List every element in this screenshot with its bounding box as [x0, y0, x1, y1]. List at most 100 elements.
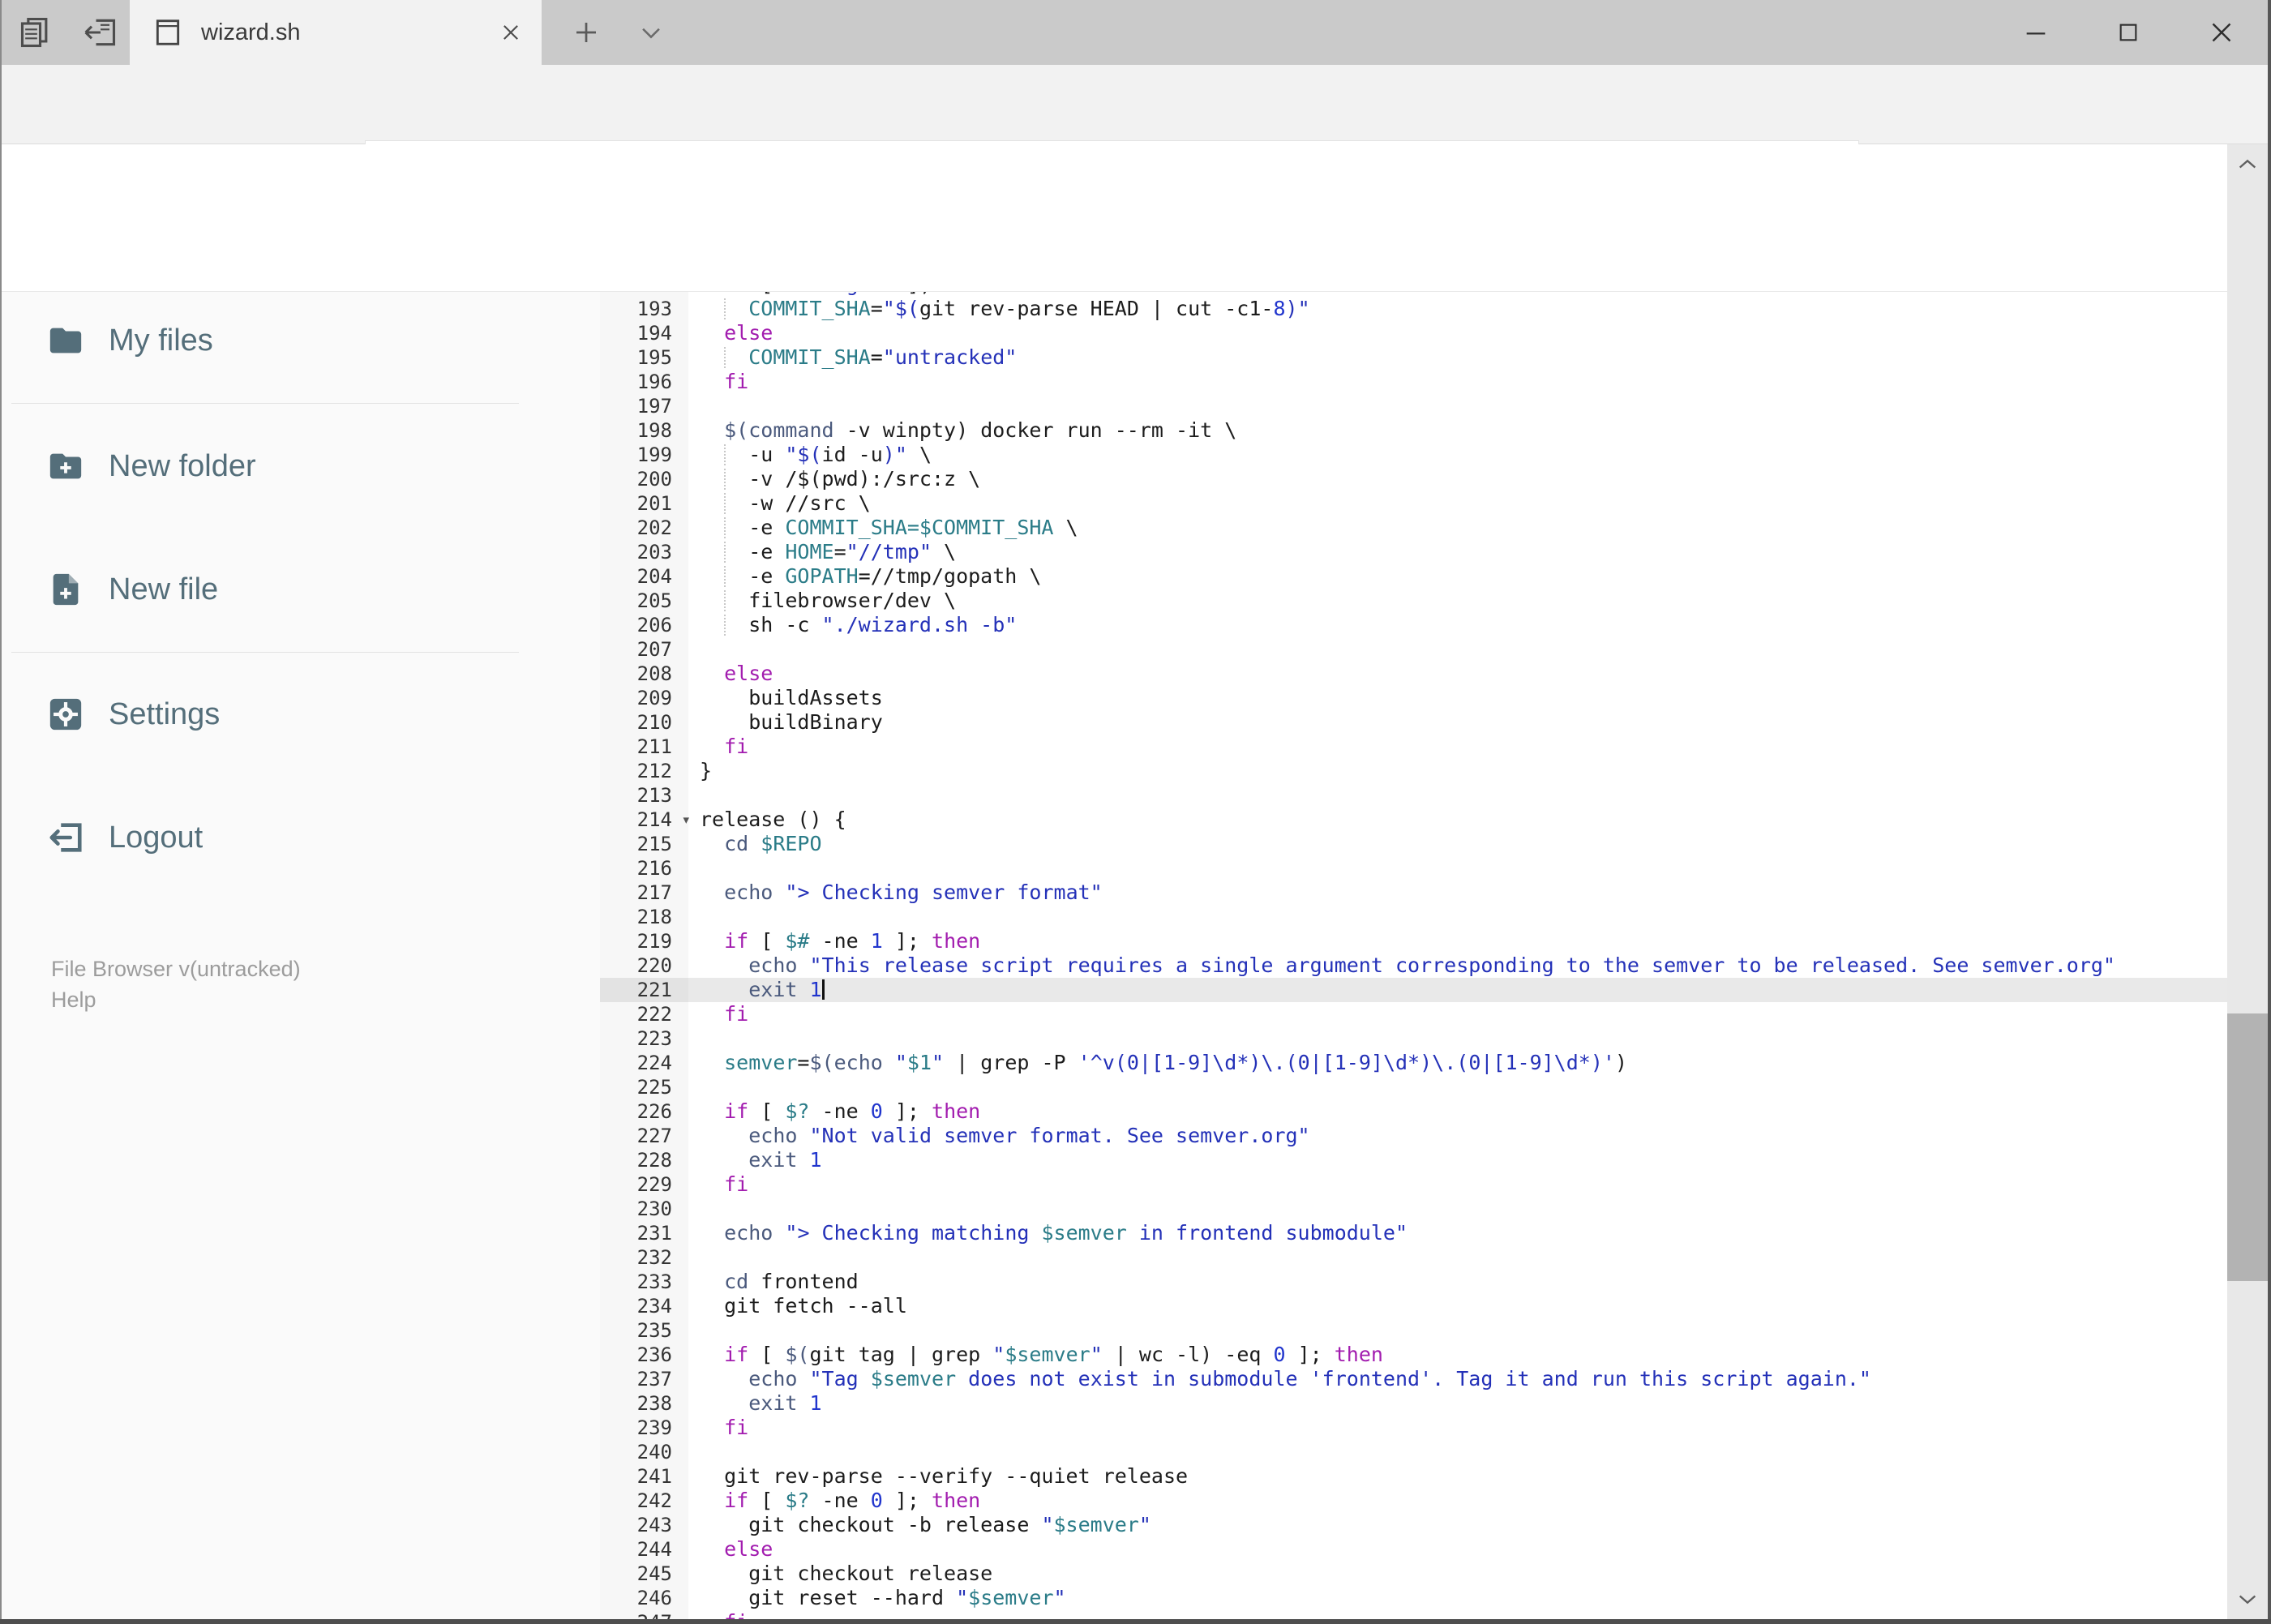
- code-line[interactable]: 218: [600, 905, 2227, 929]
- code-line[interactable]: 237 echo "Tag $semver does not exist in …: [600, 1367, 2227, 1391]
- code-line[interactable]: 217 echo "> Checking semver format": [600, 881, 2227, 905]
- code-line[interactable]: 231 echo "> Checking matching $semver in…: [600, 1221, 2227, 1245]
- code-text[interactable]: buildBinary: [688, 710, 2227, 735]
- code-text[interactable]: [688, 1197, 2227, 1221]
- code-text[interactable]: -e COMMIT_SHA=$COMMIT_SHA \: [688, 516, 2227, 540]
- code-line[interactable]: 240: [600, 1440, 2227, 1464]
- code-text[interactable]: }: [688, 759, 2227, 783]
- code-line[interactable]: 205 filebrowser/dev \: [600, 589, 2227, 613]
- vertical-scrollbar[interactable]: [2227, 144, 2268, 1619]
- sidebar-item-new-folder[interactable]: New folder: [0, 441, 568, 491]
- code-line[interactable]: 194 else: [600, 321, 2227, 345]
- code-line[interactable]: 222 fi: [600, 1002, 2227, 1026]
- code-line[interactable]: 229 fi: [600, 1172, 2227, 1197]
- tab-preview-chevron-icon[interactable]: [623, 0, 679, 65]
- code-text[interactable]: COMMIT_SHA="untracked": [688, 345, 2227, 370]
- code-line[interactable]: 216: [600, 856, 2227, 881]
- code-line[interactable]: 244 else: [600, 1537, 2227, 1562]
- code-text[interactable]: [688, 783, 2227, 808]
- code-text[interactable]: [688, 1245, 2227, 1270]
- code-line[interactable]: 201 -w //src \: [600, 491, 2227, 516]
- new-tab-button[interactable]: [558, 0, 615, 65]
- sidebar-item-my-files[interactable]: My files: [0, 315, 568, 366]
- code-text[interactable]: sh -c "./wizard.sh -b": [688, 613, 2227, 637]
- code-text[interactable]: -w //src \: [688, 491, 2227, 516]
- code-line[interactable]: 221 exit 1: [600, 978, 2227, 1002]
- code-text[interactable]: [688, 856, 2227, 881]
- code-line[interactable]: 207: [600, 637, 2227, 662]
- code-line[interactable]: 233 cd frontend: [600, 1270, 2227, 1294]
- code-line[interactable]: 209 buildAssets: [600, 686, 2227, 710]
- code-text[interactable]: -v /$(pwd):/src:z \: [688, 467, 2227, 491]
- sidebar-item-settings[interactable]: Settings: [0, 689, 568, 739]
- code-text[interactable]: release () {: [688, 808, 2227, 832]
- code-editor[interactable]: 192 if [ -d ".git" ]; then193 COMMIT_SHA…: [600, 292, 2227, 1624]
- scroll-down-arrow-icon[interactable]: [2227, 1579, 2268, 1619]
- window-close-button[interactable]: [2181, 0, 2262, 65]
- code-text[interactable]: [688, 1318, 2227, 1343]
- code-text[interactable]: COMMIT_SHA="$(git rev-parse HEAD | cut -…: [688, 297, 2227, 321]
- code-line[interactable]: 235: [600, 1318, 2227, 1343]
- code-text[interactable]: exit 1: [688, 978, 2227, 1002]
- code-text[interactable]: git reset --hard "$semver": [688, 1586, 2227, 1610]
- code-text[interactable]: -e GOPATH=//tmp/gopath \: [688, 564, 2227, 589]
- browser-tab-wizard[interactable]: wizard.sh: [130, 0, 542, 65]
- code-text[interactable]: if [ $(git tag | grep "$semver" | wc -l)…: [688, 1343, 2227, 1367]
- code-text[interactable]: if [ $? -ne 0 ]; then: [688, 1489, 2227, 1513]
- code-line[interactable]: 226 if [ $? -ne 0 ]; then: [600, 1099, 2227, 1124]
- code-line[interactable]: 232: [600, 1245, 2227, 1270]
- code-text[interactable]: git checkout -b release "$semver": [688, 1513, 2227, 1537]
- code-text[interactable]: [688, 1075, 2227, 1099]
- code-text[interactable]: fi: [688, 1416, 2227, 1440]
- code-text[interactable]: echo "> Checking semver format": [688, 881, 2227, 905]
- code-line[interactable]: 195 COMMIT_SHA="untracked": [600, 345, 2227, 370]
- code-line[interactable]: 206 sh -c "./wizard.sh -b": [600, 613, 2227, 637]
- code-line[interactable]: 228 exit 1: [600, 1148, 2227, 1172]
- code-line[interactable]: 196 fi: [600, 370, 2227, 394]
- code-line[interactable]: 210 buildBinary: [600, 710, 2227, 735]
- code-line[interactable]: 245 git checkout release: [600, 1562, 2227, 1586]
- code-line[interactable]: 208 else: [600, 662, 2227, 686]
- code-line[interactable]: 223: [600, 1026, 2227, 1051]
- code-text[interactable]: git checkout release: [688, 1562, 2227, 1586]
- tabs-set-aside-panel-icon[interactable]: [75, 0, 126, 65]
- code-line[interactable]: 241 git rev-parse --verify --quiet relea…: [600, 1464, 2227, 1489]
- code-text[interactable]: -u "$(id -u)" \: [688, 443, 2227, 467]
- sidebar-item-logout[interactable]: Logout: [0, 812, 568, 863]
- code-text[interactable]: $(command -v winpty) docker run --rm -it…: [688, 418, 2227, 443]
- code-text[interactable]: [688, 394, 2227, 418]
- code-text[interactable]: cd frontend: [688, 1270, 2227, 1294]
- code-text[interactable]: exit 1: [688, 1148, 2227, 1172]
- code-line[interactable]: 225: [600, 1075, 2227, 1099]
- code-line[interactable]: 219 if [ $# -ne 1 ]; then: [600, 929, 2227, 953]
- code-line[interactable]: 211 fi: [600, 735, 2227, 759]
- code-text[interactable]: echo "This release script requires a sin…: [688, 953, 2227, 978]
- code-line[interactable]: 203 -e HOME="//tmp" \: [600, 540, 2227, 564]
- code-text[interactable]: if [ $? -ne 0 ]; then: [688, 1099, 2227, 1124]
- code-text[interactable]: echo "Not valid semver format. See semve…: [688, 1124, 2227, 1148]
- code-text[interactable]: else: [688, 662, 2227, 686]
- code-text[interactable]: fi: [688, 735, 2227, 759]
- code-line[interactable]: 215 cd $REPO: [600, 832, 2227, 856]
- code-text[interactable]: echo "Tag $semver does not exist in subm…: [688, 1367, 2227, 1391]
- code-text[interactable]: buildAssets: [688, 686, 2227, 710]
- code-text[interactable]: else: [688, 1537, 2227, 1562]
- code-text[interactable]: git fetch --all: [688, 1294, 2227, 1318]
- code-text[interactable]: else: [688, 321, 2227, 345]
- code-line[interactable]: 230: [600, 1197, 2227, 1221]
- code-line[interactable]: 204 -e GOPATH=//tmp/gopath \: [600, 564, 2227, 589]
- code-line[interactable]: 238 exit 1: [600, 1391, 2227, 1416]
- code-line[interactable]: 227 echo "Not valid semver format. See s…: [600, 1124, 2227, 1148]
- tab-close-icon[interactable]: [499, 21, 522, 44]
- window-minimize-button[interactable]: [1995, 0, 2076, 65]
- code-line[interactable]: 197: [600, 394, 2227, 418]
- code-text[interactable]: cd $REPO: [688, 832, 2227, 856]
- code-line[interactable]: 220 echo "This release script requires a…: [600, 953, 2227, 978]
- code-line[interactable]: 234 git fetch --all: [600, 1294, 2227, 1318]
- code-text[interactable]: [688, 637, 2227, 662]
- code-line[interactable]: 213: [600, 783, 2227, 808]
- code-line[interactable]: 239 fi: [600, 1416, 2227, 1440]
- code-text[interactable]: if [ $# -ne 1 ]; then: [688, 929, 2227, 953]
- code-line[interactable]: 243 git checkout -b release "$semver": [600, 1513, 2227, 1537]
- code-text[interactable]: fi: [688, 370, 2227, 394]
